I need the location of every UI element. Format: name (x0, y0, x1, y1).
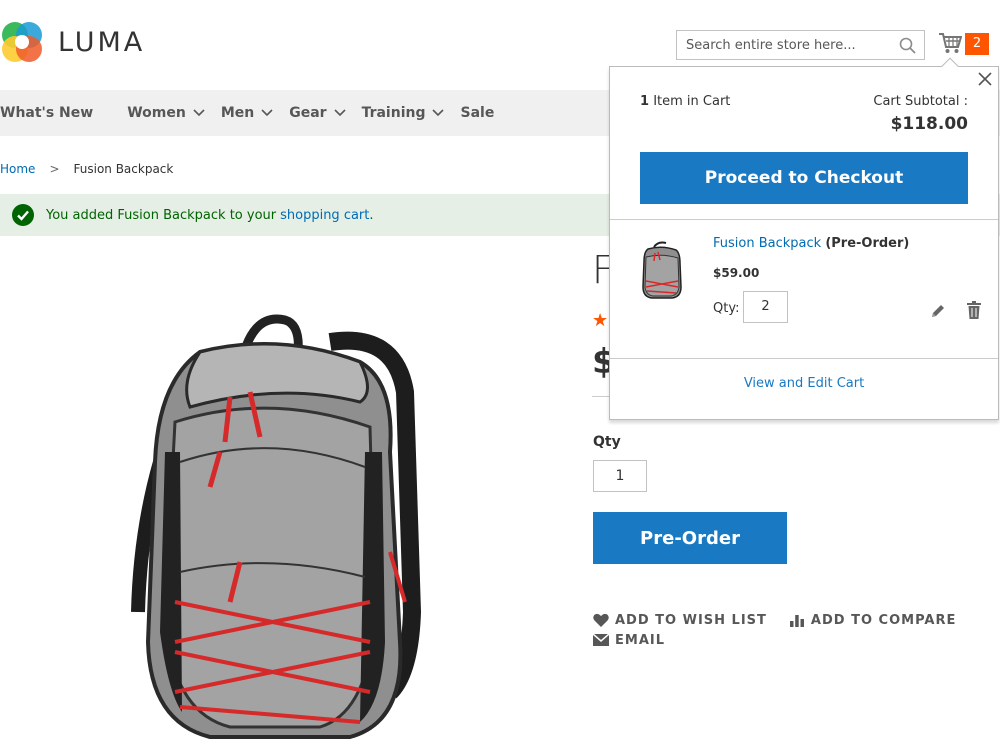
chevron-down-icon (261, 109, 273, 117)
nav-item-whats-new[interactable]: What's New (0, 105, 93, 121)
cart-item-thumbnail[interactable] (638, 241, 686, 299)
dropdown-caret (941, 57, 959, 75)
nav-item-men[interactable]: Men (221, 105, 273, 121)
pencil-icon[interactable] (930, 303, 946, 319)
cart-item-tag: (Pre-Order) (825, 236, 910, 251)
view-and-edit-cart-link[interactable]: View and Edit Cart (610, 376, 998, 391)
search-box (676, 30, 925, 60)
add-to-compare-link[interactable]: ADD TO COMPARE (789, 613, 956, 628)
envelope-icon (593, 634, 609, 646)
nav-item-gear[interactable]: Gear (289, 105, 346, 121)
product-image[interactable] (120, 312, 440, 742)
shopping-cart-link[interactable]: shopping cart (280, 208, 369, 223)
breadcrumb-current: Fusion Backpack (73, 162, 174, 176)
divider (610, 219, 998, 220)
nav-item-training[interactable]: Training (362, 105, 445, 121)
close-icon[interactable] (978, 72, 992, 86)
items-in-cart: 1 Item in Cart (640, 94, 730, 109)
subtotal-amount: $118.00 (890, 114, 968, 134)
store-logo[interactable]: LUMA (0, 20, 145, 64)
brand-name: LUMA (58, 26, 146, 58)
preorder-button[interactable]: Pre-Order (593, 512, 787, 564)
cart-item-link[interactable]: Fusion Backpack (713, 236, 821, 251)
trash-icon[interactable] (966, 301, 982, 319)
items-count-label: Item in Cart (653, 94, 731, 109)
chevron-down-icon (193, 109, 205, 117)
breadcrumb-separator: > (49, 162, 60, 176)
nav-item-women[interactable]: Women (127, 105, 205, 121)
message-suffix: . (369, 207, 374, 223)
qty-label: Qty (593, 434, 621, 450)
add-to-wishlist-link[interactable]: ADD TO WISH LIST (593, 613, 767, 628)
cart-count-badge[interactable]: 2 (965, 33, 989, 55)
breadcrumb: Home > Fusion Backpack (0, 162, 173, 176)
cart-item-price: $59.00 (713, 266, 760, 280)
divider (610, 358, 998, 359)
minicart-dropdown: 1 Item in Cart Cart Subtotal : $118.00 P… (609, 57, 999, 420)
email-link[interactable]: EMAIL (593, 633, 665, 648)
search-icon[interactable] (899, 37, 916, 54)
cart-item-name: Fusion Backpack (Pre-Order) (713, 236, 909, 251)
heart-icon (593, 613, 609, 627)
chevron-down-icon (432, 109, 445, 117)
cart-item-qty-label: Qty: (713, 301, 740, 316)
check-circle-icon (12, 204, 34, 226)
chevron-down-icon (333, 109, 346, 117)
items-count: 1 (640, 94, 650, 109)
compare-bars-icon (789, 615, 804, 627)
luma-logo-icon (2, 22, 42, 62)
cart-item-qty-input[interactable]: 2 (743, 291, 788, 323)
breadcrumb-home-link[interactable]: Home (0, 162, 35, 176)
product-actions: ADD TO WISH LIST ADD TO COMPARE EMAIL (593, 610, 978, 650)
nav-item-sale[interactable]: Sale (460, 105, 494, 121)
qty-input[interactable]: 1 (593, 460, 647, 492)
subtotal-label: Cart Subtotal : (873, 94, 968, 109)
proceed-to-checkout-button[interactable]: Proceed to Checkout (640, 152, 968, 204)
message-text: You added Fusion Backpack to your (46, 207, 277, 223)
rating-star-icon: ★ (592, 310, 609, 331)
cart-icon[interactable] (938, 32, 962, 54)
search-input[interactable] (677, 31, 887, 59)
